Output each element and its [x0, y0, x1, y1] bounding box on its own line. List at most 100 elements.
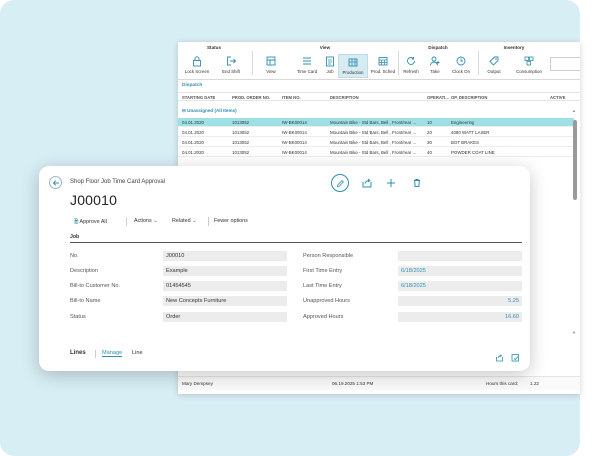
tab-manage[interactable]: Manage	[102, 350, 123, 357]
last-time-entry-field[interactable]: 6/18/2025	[398, 281, 522, 291]
footer-hours-value: 1.22	[530, 381, 539, 386]
table-row[interactable]: 04.01.2020 1013052 IW-BK00014 Mountain B…	[178, 128, 574, 137]
back-button[interactable]	[49, 176, 62, 189]
bill-to-customer-no-field[interactable]: 01454545	[163, 281, 287, 291]
clipboard-icon	[326, 56, 334, 67]
table-row[interactable]: 04.01.2020 1013052 IW-BK00014 Mountain B…	[178, 138, 574, 147]
field-label: Status	[70, 314, 86, 320]
actions-menu[interactable]: Actions ⌄	[134, 218, 158, 224]
cell-date: 04.01.2020	[182, 120, 204, 125]
column-header[interactable]: OP. DESCRIPTION	[451, 95, 487, 100]
expand-lines-button[interactable]	[511, 349, 520, 362]
lock-screen-label: Lock Screen	[184, 69, 210, 74]
delete-button[interactable]	[409, 175, 425, 191]
consumption-button[interactable]: Consumption	[510, 54, 548, 78]
footer-user: Mary Dempsey	[182, 381, 213, 386]
take-label: Take	[430, 69, 440, 74]
view-label: View	[266, 69, 276, 74]
list-icon	[303, 57, 311, 65]
lines-title[interactable]: Lines	[70, 350, 86, 356]
ribbon-group-title: Status	[206, 45, 222, 50]
table-row[interactable]: 04.01.2020 1013052 IW-BK00014 Mountain B…	[178, 148, 574, 157]
column-header[interactable]: STARTING DATE	[182, 95, 215, 100]
refresh-label: Refresh	[403, 69, 419, 74]
group-row-label[interactable]: ⊟ Unassigned (All Items)	[182, 108, 237, 114]
lock-screen-button[interactable]: Lock Screen	[180, 54, 214, 78]
consumption-label: Consumption	[516, 69, 542, 74]
pencil-icon	[336, 180, 344, 188]
ribbon-group-dispatch: Dispatch Refresh Take Clock On	[400, 45, 476, 79]
scroll-up-icon[interactable]: ▲	[572, 108, 576, 113]
arrow-left-icon	[52, 180, 59, 186]
take-button[interactable]: Take	[422, 54, 448, 78]
person-responsible-field[interactable]	[398, 251, 522, 261]
fewer-options-button[interactable]: Fewer options	[214, 218, 248, 224]
chevron-down-icon: ⌄	[192, 218, 197, 224]
description-field[interactable]: Example	[163, 266, 287, 276]
end-shift-label: End Shift	[222, 69, 240, 74]
share-lines-button[interactable]	[495, 349, 504, 362]
prod-sched-button[interactable]: Prod. Sched	[368, 54, 398, 78]
refresh-icon	[407, 57, 415, 65]
footer-hours-label: Hours this card:	[486, 381, 519, 386]
view-icon	[266, 56, 276, 66]
share-button[interactable]	[359, 175, 375, 191]
ribbon-group-inventory: Inventory Output Consumption	[480, 45, 548, 79]
end-shift-button[interactable]: End Shift	[214, 54, 248, 78]
table-row[interactable]: 04.01.2020 1013052 IW-BK00014 Mountain B…	[178, 118, 574, 127]
clock-on-button[interactable]: Clock On	[446, 54, 476, 78]
scroll-down-icon[interactable]: ▼	[572, 330, 576, 335]
column-header[interactable]: OPERATI...	[427, 95, 449, 100]
field-label: Person Responsible	[303, 253, 354, 259]
cell-order: 1013052	[232, 150, 250, 155]
section-divider	[70, 242, 522, 243]
production-button[interactable]: Production	[338, 54, 368, 78]
cell-description: Mountain Bike - Std Bars, Bell , Front/r…	[330, 120, 417, 125]
cell-description: Mountain Bike - Std Bars, Bell , Front/r…	[330, 150, 417, 155]
cell-op-description: BOT BRAKES	[451, 140, 479, 145]
approved-hours-field[interactable]: 16.60	[398, 312, 522, 322]
calendar-icon	[378, 57, 388, 66]
search-input[interactable]	[550, 57, 580, 71]
view-button[interactable]: View	[254, 54, 288, 78]
column-header[interactable]: ACTIVE	[550, 95, 565, 100]
related-menu[interactable]: Related ⌄	[172, 218, 197, 224]
edit-box-icon	[511, 354, 519, 362]
ribbon-divider	[478, 51, 479, 75]
factory-icon	[348, 58, 358, 67]
person-add-icon	[430, 56, 440, 66]
first-time-entry-field[interactable]: 6/18/2025	[398, 266, 522, 276]
share-icon	[362, 178, 372, 188]
action-divider	[126, 217, 127, 226]
cell-operation: 10	[427, 120, 432, 125]
field-label: Bill-to Name	[70, 298, 101, 304]
ribbon-group-view: View View Time Card Job Production Prod.…	[254, 45, 396, 79]
trash-icon	[414, 179, 420, 187]
no-field[interactable]: J00010	[163, 251, 287, 261]
cell-date: 04.01.2020	[182, 130, 204, 135]
ribbon-group-status: Status Lock Screen End Shift	[178, 45, 250, 79]
refresh-button[interactable]: Refresh	[398, 54, 424, 78]
column-header[interactable]: PROD. ORDER NO.	[232, 95, 270, 100]
approve-all-label: Approve All	[79, 219, 107, 225]
lock-icon	[193, 56, 201, 67]
tab-line[interactable]: Line	[132, 350, 143, 356]
field-label: Last Time Entry	[303, 283, 342, 289]
bill-to-name-field[interactable]: New Concepts Furniture	[163, 296, 287, 306]
page-title: J00010	[70, 192, 118, 208]
approve-all-button[interactable]: 🗎 Approve All	[74, 218, 107, 227]
column-header[interactable]: DESCRIPTION	[330, 95, 359, 100]
scrollbar-thumb[interactable]	[573, 120, 577, 200]
column-header[interactable]: ITEM NO.	[282, 95, 301, 100]
field-label: Approved Hours	[303, 314, 344, 320]
field-label: First Time Entry	[303, 268, 343, 274]
new-button[interactable]	[383, 175, 399, 191]
output-button[interactable]: Output	[480, 54, 508, 78]
section-heading[interactable]: Job	[70, 234, 79, 240]
field-label: Bill-to Customer No.	[70, 283, 121, 289]
table-header: STARTING DATE PROD. ORDER NO. ITEM NO. D…	[178, 92, 580, 101]
unapproved-hours-field[interactable]: 5.25	[398, 296, 522, 306]
status-field[interactable]: Order	[163, 312, 287, 322]
cell-order: 1013052	[232, 120, 250, 125]
edit-button[interactable]	[331, 174, 349, 192]
